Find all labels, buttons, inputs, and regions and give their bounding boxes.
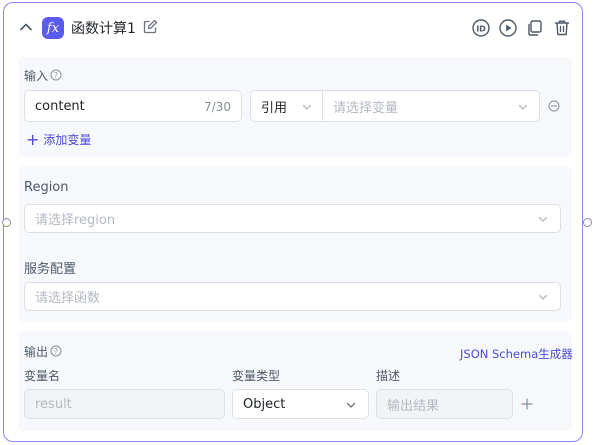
svg-text:ID: ID [476, 25, 486, 34]
output-name-value: result [35, 396, 72, 412]
chevron-down-icon [538, 216, 548, 222]
json-schema-generator-link[interactable]: JSON Schema生成器 [460, 346, 573, 362]
input-port[interactable] [2, 218, 11, 227]
svg-text:?: ? [54, 71, 58, 80]
output-desc-input: 输出结果 [376, 389, 513, 419]
chevron-down-icon [518, 104, 528, 110]
output-type-value: Object [243, 396, 286, 412]
chevron-down-icon [346, 402, 356, 408]
chevron-down-icon [302, 104, 312, 110]
function-placeholder: 请选择函数 [35, 291, 101, 306]
output-desc-value: 输出结果 [387, 398, 440, 414]
trash-icon[interactable] [552, 18, 572, 38]
col-header-desc: 描述 [376, 369, 401, 383]
output-port[interactable] [583, 218, 592, 227]
copy-icon[interactable] [525, 18, 545, 38]
output-type-select[interactable]: Object [232, 389, 369, 419]
variable-select[interactable]: 请选择变量 [323, 91, 539, 121]
function-select[interactable]: 请选择函数 [24, 282, 561, 311]
param-name-value: content [35, 98, 85, 114]
play-icon[interactable] [498, 18, 518, 38]
chevron-up-icon[interactable] [18, 19, 34, 35]
fx-icon: fx [42, 17, 64, 39]
input-label: 输入 [24, 69, 49, 83]
remove-icon[interactable] [548, 100, 560, 112]
output-label: 输出 [24, 345, 49, 359]
service-config-label: 服务配置 [24, 262, 77, 277]
node-title: 函数计算1 [71, 21, 136, 37]
id-icon[interactable]: ID [471, 18, 491, 38]
add-variable-label: 添加变量 [43, 133, 92, 147]
plus-icon: + [26, 129, 40, 149]
mode-value: 引用 [261, 100, 288, 116]
col-header-name: 变量名 [24, 369, 61, 383]
add-variable-button[interactable]: + 添加变量 [26, 131, 91, 148]
chevron-down-icon [538, 294, 548, 300]
plus-icon[interactable] [520, 397, 534, 411]
char-counter: 7/30 [204, 100, 231, 114]
edit-icon[interactable] [142, 19, 158, 35]
param-value-group: 引用 请选择变量 [250, 90, 540, 122]
mode-select[interactable]: 引用 [251, 91, 323, 121]
svg-text:?: ? [54, 347, 58, 356]
help-icon[interactable]: ? [50, 69, 62, 81]
help-icon[interactable]: ? [50, 345, 62, 357]
param-name-input[interactable]: content 7/30 [24, 90, 242, 122]
region-select[interactable]: 请选择region [24, 204, 561, 233]
output-name-input: result [24, 389, 225, 419]
col-header-type: 变量类型 [232, 369, 281, 383]
region-placeholder: 请选择region [35, 213, 116, 228]
variable-placeholder: 请选择变量 [333, 100, 399, 116]
region-label: Region [24, 180, 69, 195]
